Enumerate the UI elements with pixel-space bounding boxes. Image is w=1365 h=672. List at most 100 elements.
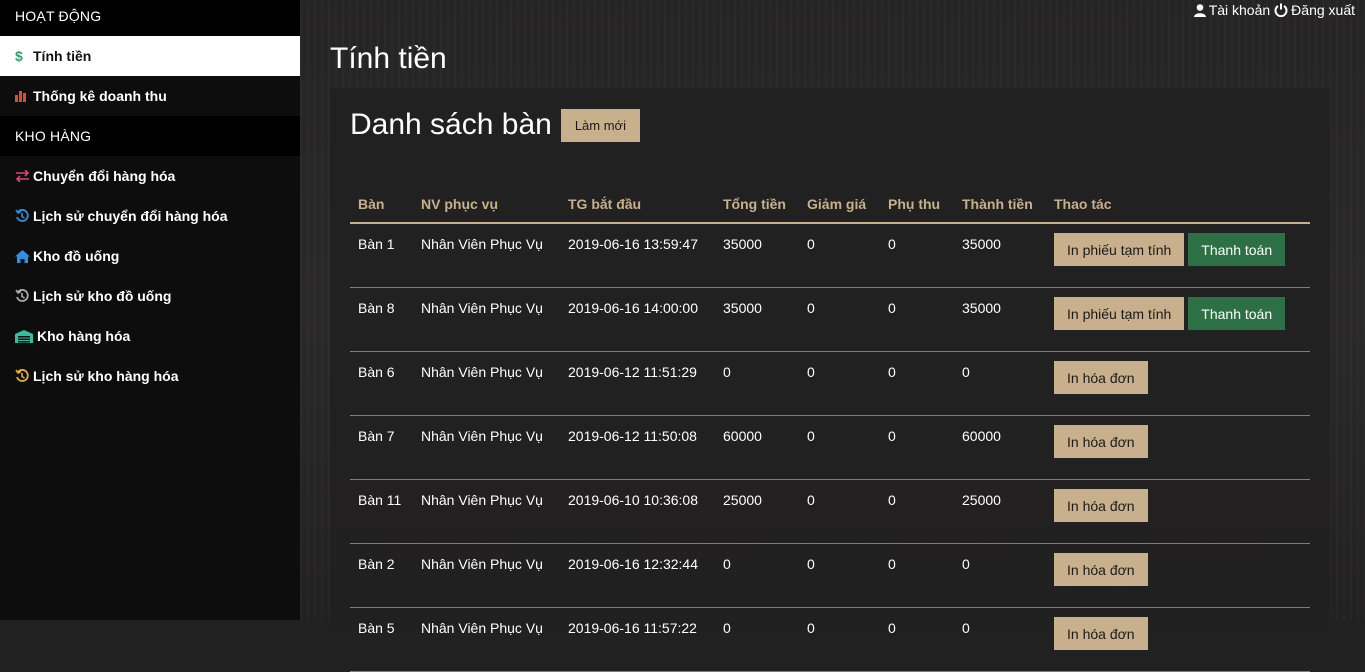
cell-tg: 2019-06-16 12:32:44 (568, 556, 698, 572)
cell-phu-thu: 0 (888, 428, 896, 444)
sidebar-item-kho-hang-hoa[interactable]: Kho hàng hóa (0, 316, 300, 356)
cell-ban: Bàn 2 (358, 556, 395, 572)
cell-tong-tien: 25000 (723, 492, 762, 508)
user-icon (1193, 3, 1206, 17)
cell-ban: Bàn 5 (358, 620, 395, 636)
sidebar: HOẠT ĐỘNG $ Tính tiền Thống kê doanh thu… (0, 0, 300, 620)
cell-ban: Bàn 6 (358, 364, 395, 380)
print-temp-bill-button[interactable]: In phiếu tạm tính (1054, 233, 1185, 266)
col-header-tg: TG bắt đầu (560, 188, 715, 224)
col-header-ban: Bàn (350, 188, 413, 224)
pay-button[interactable]: Thanh toán (1188, 297, 1286, 330)
cell-tg: 2019-06-16 14:00:00 (568, 300, 698, 316)
col-header-nv: NV phục vụ (413, 188, 560, 224)
panel-header: Danh sách bàn Làm mới (350, 108, 640, 142)
cell-thanh-tien: 35000 (962, 236, 1001, 252)
cell-giam-gia: 0 (807, 300, 815, 316)
cell-ban: Bàn 11 (358, 492, 402, 508)
sidebar-item-label: Lịch sử chuyển đổi hàng hóa (33, 208, 228, 224)
col-header-tong-tien: Tổng tiền (715, 188, 799, 224)
table-header-row: Bàn NV phục vụ TG bắt đầu Tổng tiền Giảm… (350, 188, 1310, 224)
print-invoice-button[interactable]: In hóa đơn (1054, 489, 1148, 522)
logout-link[interactable]: Đăng xuất (1274, 2, 1355, 18)
tables-panel: Danh sách bàn Làm mới Bàn NV phục vụ TG … (330, 88, 1330, 672)
topbar: Tài khoản Đăng xuất (1193, 0, 1355, 20)
cell-tg: 2019-06-12 11:51:29 (568, 364, 697, 380)
cell-thanh-tien: 25000 (962, 492, 1001, 508)
col-header-thanh-tien: Thành tiền (954, 188, 1046, 224)
cell-tg: 2019-06-10 10:36:08 (568, 492, 698, 508)
print-invoice-button[interactable]: In hóa đơn (1054, 617, 1148, 650)
pay-button[interactable]: Thanh toán (1188, 233, 1286, 266)
power-icon (1274, 3, 1288, 17)
sidebar-item-label: Kho hàng hóa (37, 328, 131, 344)
cell-phu-thu: 0 (888, 300, 896, 316)
cell-nv: Nhân Viên Phục Vụ (421, 364, 543, 380)
table-row: Bàn 1 Nhân Viên Phục Vụ 2019-06-16 13:59… (350, 223, 1310, 288)
account-link[interactable]: Tài khoản (1193, 2, 1270, 18)
table-row: Bàn 5 Nhân Viên Phục Vụ 2019-06-16 11:57… (350, 607, 1310, 672)
cell-tg: 2019-06-16 11:57:22 (568, 620, 697, 636)
cell-nv: Nhân Viên Phục Vụ (421, 236, 543, 252)
home-icon (15, 249, 33, 263)
sidebar-item-label: Thống kê doanh thu (33, 88, 167, 104)
cell-giam-gia: 0 (807, 620, 815, 636)
sidebar-item-lich-su-kho-hang-hoa[interactable]: Lịch sử kho hàng hóa (0, 356, 300, 396)
cell-nv: Nhân Viên Phục Vụ (421, 492, 543, 508)
sidebar-item-label: Lịch sử kho đồ uống (33, 288, 172, 304)
cell-nv: Nhân Viên Phục Vụ (421, 428, 543, 444)
sidebar-item-lich-su-chuyen-doi[interactable]: Lịch sử chuyển đổi hàng hóa (0, 196, 300, 236)
sidebar-item-tinh-tien[interactable]: $ Tính tiền (0, 36, 300, 76)
cell-thanh-tien: 60000 (962, 428, 1001, 444)
cell-giam-gia: 0 (807, 492, 815, 508)
print-temp-bill-button[interactable]: In phiếu tạm tính (1054, 297, 1185, 330)
table-row: Bàn 7 Nhân Viên Phục Vụ 2019-06-12 11:50… (350, 415, 1310, 480)
cell-tong-tien: 0 (723, 364, 731, 380)
cell-tong-tien: 0 (723, 556, 731, 572)
col-header-phu-thu: Phụ thu (880, 188, 954, 224)
sidebar-item-label: Tính tiền (33, 48, 92, 64)
cell-tong-tien: 35000 (723, 300, 762, 316)
sidebar-item-kho-do-uong[interactable]: Kho đồ uống (0, 236, 300, 276)
history-icon (15, 289, 33, 303)
sidebar-item-label: Chuyển đổi hàng hóa (33, 168, 176, 184)
cell-phu-thu: 0 (888, 492, 896, 508)
cell-phu-thu: 0 (888, 364, 896, 380)
cell-tong-tien: 60000 (723, 428, 762, 444)
panel-title: Danh sách bàn (350, 108, 552, 141)
print-invoice-button[interactable]: In hóa đơn (1054, 553, 1148, 586)
sidebar-item-label: Lịch sử kho hàng hóa (33, 368, 179, 384)
table-row: Bàn 6 Nhân Viên Phục Vụ 2019-06-12 11:51… (350, 351, 1310, 416)
cell-giam-gia: 0 (807, 556, 815, 572)
sidebar-item-thong-ke[interactable]: Thống kê doanh thu (0, 76, 300, 116)
sidebar-item-lich-su-kho-do-uong[interactable]: Lịch sử kho đồ uống (0, 276, 300, 316)
cell-giam-gia: 0 (807, 364, 815, 380)
cell-phu-thu: 0 (888, 620, 896, 636)
cell-tong-tien: 0 (723, 620, 731, 636)
cell-ban: Bàn 1 (358, 236, 395, 252)
cell-nv: Nhân Viên Phục Vụ (421, 300, 543, 316)
history-icon (15, 209, 33, 223)
sidebar-item-chuyen-doi[interactable]: Chuyển đổi hàng hóa (0, 156, 300, 196)
col-header-giam-gia: Giảm giá (799, 188, 880, 224)
refresh-button[interactable]: Làm mới (560, 108, 640, 142)
cell-ban: Bàn 8 (358, 300, 395, 316)
print-invoice-button[interactable]: In hóa đơn (1054, 361, 1148, 394)
page-title: Tính tiền (330, 42, 447, 75)
col-header-thao-tac: Thao tác (1046, 188, 1310, 224)
cell-phu-thu: 0 (888, 556, 896, 572)
cell-thanh-tien: 0 (962, 620, 970, 636)
table-row: Bàn 2 Nhân Viên Phục Vụ 2019-06-16 12:32… (350, 543, 1310, 608)
cell-phu-thu: 0 (888, 236, 896, 252)
sidebar-item-label: Kho đồ uống (33, 248, 120, 264)
logout-label: Đăng xuất (1291, 2, 1355, 18)
exchange-icon (15, 170, 33, 182)
cell-giam-gia: 0 (807, 236, 815, 252)
warehouse-icon (15, 329, 37, 343)
cell-tg: 2019-06-16 13:59:47 (568, 236, 698, 252)
cell-nv: Nhân Viên Phục Vụ (421, 620, 543, 636)
sidebar-section-kho-hang: KHO HÀNG (0, 116, 300, 156)
cell-tg: 2019-06-12 11:50:08 (568, 428, 697, 444)
tables-table: Bàn NV phục vụ TG bắt đầu Tổng tiền Giảm… (350, 188, 1310, 672)
print-invoice-button[interactable]: In hóa đơn (1054, 425, 1148, 458)
